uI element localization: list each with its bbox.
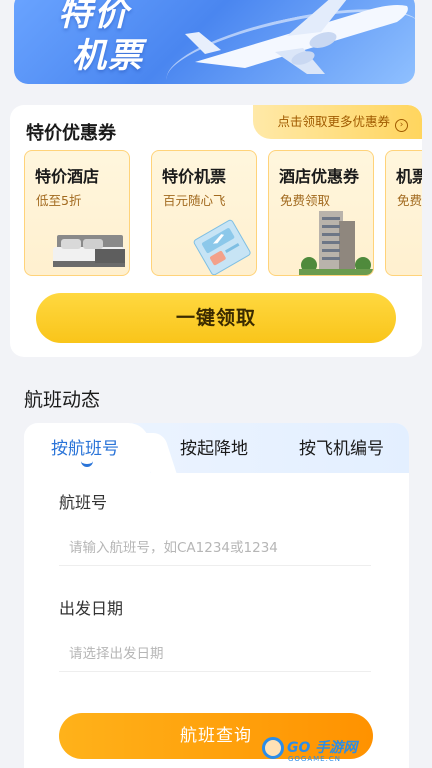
tab-by-flight-number[interactable]: 按航班号	[51, 434, 119, 459]
coupon-title: 特价酒店	[35, 167, 100, 186]
coupon-card: 特价优惠券 点击领取更多优惠券 › 特价酒店 低至5折 特价机票 百元随心飞 酒…	[10, 105, 422, 357]
bed-icon	[53, 235, 125, 267]
chevron-right-icon: ›	[395, 119, 408, 132]
coupon-subtitle: 免费	[397, 193, 422, 208]
coupon-title: 特价机票	[162, 167, 227, 186]
coupon-flight-deal[interactable]: 特价机票 百元随心飞	[151, 150, 257, 276]
departure-date-input[interactable]	[59, 636, 371, 672]
coupon-hotel-deal[interactable]: 特价酒店 低至5折	[24, 150, 130, 276]
coupon-title: 机票	[396, 167, 422, 186]
flight-search-tabs: 按航班号 按起降地 按飞机编号	[24, 423, 409, 473]
ticket-icon	[193, 219, 251, 275]
coupon-section-title: 特价优惠券	[26, 123, 116, 144]
coupon-title: 酒店优惠券	[279, 167, 360, 186]
more-coupons-link[interactable]: 点击领取更多优惠券 ›	[253, 105, 422, 139]
watermark-text: GO 手游网	[287, 740, 358, 756]
building-icon	[299, 211, 373, 275]
tab-by-aircraft-number[interactable]: 按飞机编号	[299, 434, 384, 459]
flight-number-label: 航班号	[59, 493, 108, 512]
banner-title-line2: 机票	[72, 36, 144, 76]
departure-date-label: 出发日期	[59, 599, 124, 618]
coupon-subtitle: 百元随心飞	[163, 193, 226, 208]
more-coupons-label: 点击领取更多优惠券	[277, 114, 390, 129]
flight-status-card: 按航班号 按起降地 按飞机编号 航班号 出发日期 航班查询	[24, 423, 409, 768]
flight-number-input[interactable]	[59, 530, 371, 566]
promo-banner[interactable]: 特价 机票	[14, 0, 415, 84]
tab-by-route[interactable]: 按起降地	[180, 434, 248, 459]
coupon-flight-voucher[interactable]: 机票 免费	[385, 150, 422, 276]
watermark-subtext: GOGAME.CN	[288, 755, 341, 763]
coupon-hotel-voucher[interactable]: 酒店优惠券 免费领取	[268, 150, 374, 276]
flight-status-title: 航班动态	[24, 389, 101, 411]
claim-all-button[interactable]: 一键领取	[36, 293, 396, 343]
coupon-list: 特价酒店 低至5折 特价机票 百元随心飞 酒店优惠券 免费领取 机 免费	[24, 150, 422, 277]
watermark-logo	[262, 737, 284, 759]
coupon-subtitle: 低至5折	[36, 193, 82, 208]
airplane-icon	[185, 0, 408, 74]
site-watermark: GO 手游网 GOGAME.CN	[258, 732, 378, 766]
